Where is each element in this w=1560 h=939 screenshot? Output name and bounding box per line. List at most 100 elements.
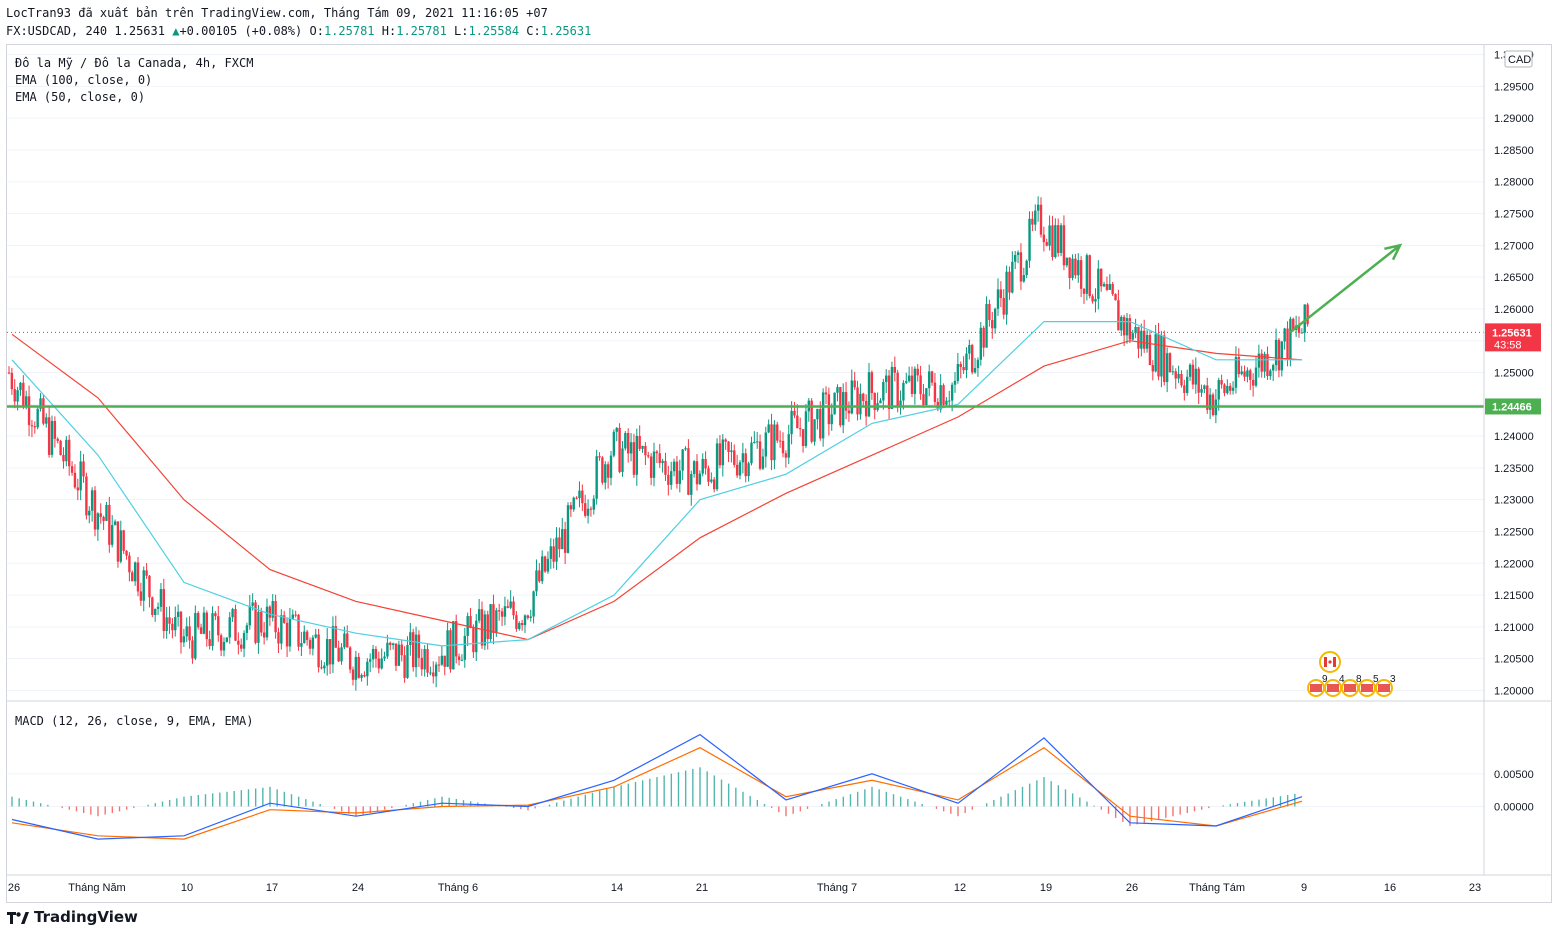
candle-body (704, 458, 707, 469)
candle-body (1186, 376, 1189, 393)
macd-legend[interactable]: MACD (12, 26, close, 9, EMA, EMA) (15, 714, 253, 728)
candle-body (905, 381, 908, 383)
candle-body (202, 612, 206, 634)
candle-body (506, 606, 509, 608)
ema50-legend[interactable]: EMA (50, close, 0) (15, 90, 145, 104)
countdown-badge-value: 43:58 (1494, 339, 1522, 351)
candle-body (136, 562, 140, 592)
candle-body (1168, 353, 1172, 373)
candle-body (781, 440, 785, 454)
time-tick-label: 24 (352, 882, 364, 894)
candle-body (108, 504, 111, 545)
candle-body (529, 616, 532, 618)
candle-body (982, 327, 985, 348)
candle-body (945, 400, 948, 405)
candle-body (523, 615, 527, 626)
candle-body (1088, 255, 1091, 297)
candle-body (323, 665, 326, 669)
candle-body (853, 380, 856, 388)
candle-body (1157, 334, 1160, 377)
candle-body (1097, 268, 1100, 299)
candle-body (695, 461, 699, 485)
candle-body (317, 634, 320, 668)
candle-body (879, 400, 882, 404)
candle-body (1054, 225, 1057, 258)
candle-body (973, 368, 977, 373)
candle-body (672, 461, 676, 472)
candle-body (649, 456, 653, 478)
ema100-legend[interactable]: EMA (100, close, 0) (15, 73, 152, 87)
candle-body (1280, 341, 1283, 371)
candle-body (42, 398, 45, 424)
candle-body (168, 617, 171, 624)
candle-body (328, 639, 332, 665)
candle-body (684, 448, 687, 450)
candle-body (62, 454, 65, 462)
candle-body (1077, 260, 1080, 276)
chart-canvas[interactable]: 94853 0.005000.00000 1.300001.295001.290… (0, 0, 1560, 939)
candle-body (7, 372, 11, 374)
candle-body (910, 375, 914, 394)
candle-body (139, 591, 143, 601)
candle-body (1079, 260, 1083, 289)
candle-body (621, 448, 624, 472)
candle-body (744, 453, 747, 477)
candle-body (326, 639, 329, 666)
candle-body (1251, 379, 1255, 386)
candle-body (930, 371, 934, 383)
candle-body (592, 498, 595, 510)
candle-body (432, 672, 435, 677)
candle-body (457, 656, 461, 661)
candle-body (320, 667, 323, 669)
candle-body (764, 432, 767, 457)
candle-body (30, 425, 34, 427)
candle-body (1180, 373, 1183, 386)
candle-body (1011, 261, 1014, 293)
candle-body (624, 432, 627, 449)
tradingview-logo[interactable]: TradingView (7, 908, 138, 926)
candle-body (1200, 389, 1203, 393)
macd-pane: 0.00500 0.00000 (7, 733, 1534, 840)
candle-body (47, 417, 51, 455)
candle-body (589, 508, 593, 510)
candle-body (283, 615, 286, 623)
candle-body (1160, 335, 1163, 377)
candle-body (268, 606, 272, 618)
time-tick-label: 23 (1469, 882, 1481, 894)
candle-body (434, 664, 438, 677)
canada-flag-icon (1328, 660, 1332, 664)
candle-body (113, 521, 117, 526)
candle-body (1283, 328, 1286, 342)
candle-body (16, 390, 19, 402)
us-flag-icon (1344, 684, 1356, 692)
candle-body (950, 384, 954, 401)
candle-body (93, 490, 97, 530)
candle-body (348, 647, 352, 670)
candle-body (1071, 258, 1074, 278)
candle-body (655, 451, 659, 454)
candle-body (380, 658, 383, 669)
candle-body (1191, 364, 1195, 385)
candle-body (65, 439, 68, 462)
candle-body (1165, 353, 1169, 383)
candle-body (480, 609, 484, 646)
candle-body (303, 631, 306, 644)
candle-body (13, 389, 16, 402)
candle-body (867, 372, 871, 417)
candle-body (88, 510, 91, 516)
candle-body (1277, 339, 1281, 371)
candle-body (257, 611, 260, 643)
candle-body (122, 530, 125, 551)
grid (7, 54, 1484, 691)
candle-body (948, 400, 951, 402)
candle-body (1229, 385, 1232, 391)
candle-body (670, 471, 673, 485)
candle-body (369, 659, 372, 662)
candle-body (793, 410, 796, 416)
candle-body (758, 441, 762, 469)
candle-body (280, 615, 283, 644)
candle-body (690, 473, 693, 495)
candle-body (1019, 252, 1023, 282)
candle-body (1171, 371, 1175, 373)
candle-body (962, 367, 965, 371)
